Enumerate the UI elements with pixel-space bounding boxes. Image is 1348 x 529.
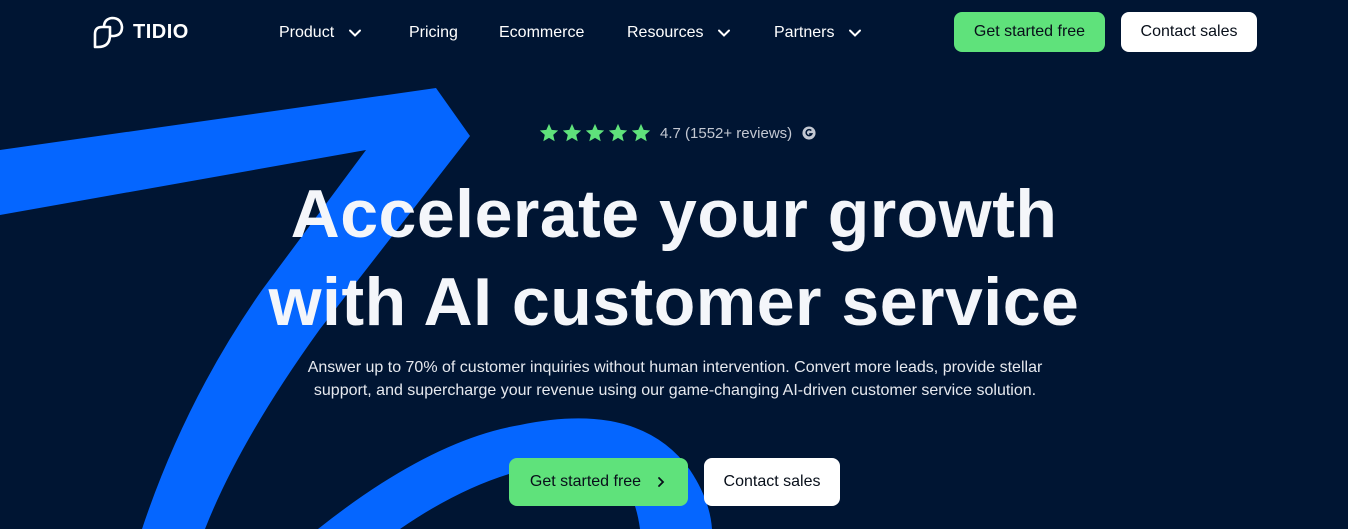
nav-item-label: Product xyxy=(279,24,335,41)
hero-description-line-2: support, and supercharge your revenue us… xyxy=(313,382,1037,399)
star-icon xyxy=(608,123,628,142)
g2-icon xyxy=(802,126,816,140)
hero-headline-line-1: Accelerate your growth xyxy=(290,176,1058,252)
nav-contact-sales-button[interactable]: Contact sales xyxy=(1121,12,1257,52)
chevron-down-icon xyxy=(849,29,862,37)
nav-item-partners[interactable]: Partners xyxy=(774,23,862,43)
logo-text: TIDIO xyxy=(133,20,189,43)
nav-item-product[interactable]: Product xyxy=(279,23,362,43)
top-navigation: TIDIO Product Pricing Ecommerce Resource… xyxy=(0,0,1348,66)
hero-headline: Accelerate your growth with AI customer … xyxy=(0,170,1348,346)
nav-get-started-button[interactable]: Get started free xyxy=(954,12,1105,52)
nav-item-label: Resources xyxy=(627,24,704,41)
hero-section: 4.7 (1552+ reviews) Accelerate your grow… xyxy=(0,0,1348,529)
chevron-down-icon xyxy=(718,29,731,37)
logo[interactable]: TIDIO xyxy=(92,15,189,49)
hero-description: Answer up to 70% of customer inquiries w… xyxy=(280,356,1070,402)
hero-get-started-button[interactable]: Get started free xyxy=(509,458,688,506)
hero-get-started-label: Get started free xyxy=(529,473,642,490)
star-icon xyxy=(539,123,559,142)
nav-item-ecommerce[interactable]: Ecommerce xyxy=(499,23,584,43)
hero-headline-line-2: with AI customer service xyxy=(268,264,1080,340)
rating-text: 4.7 (1552+ reviews) xyxy=(660,124,793,142)
chevron-right-icon xyxy=(658,477,665,487)
nav-item-label: Pricing xyxy=(409,24,458,41)
chevron-down-icon xyxy=(349,29,362,37)
rating-stars xyxy=(538,122,652,144)
nav-item-label: Ecommerce xyxy=(499,24,585,41)
tidio-logo-icon xyxy=(93,16,124,49)
star-icon xyxy=(585,123,605,142)
nav-item-resources[interactable]: Resources xyxy=(627,23,731,43)
nav-item-label: Partners xyxy=(774,24,835,41)
hero-contact-sales-button[interactable]: Contact sales xyxy=(704,458,840,506)
rating-summary: 4.7 (1552+ reviews) xyxy=(538,122,816,144)
hero-description-line-1: Answer up to 70% of customer inquiries w… xyxy=(307,359,1043,376)
star-icon xyxy=(562,123,582,142)
star-icon xyxy=(631,123,651,142)
nav-item-pricing[interactable]: Pricing xyxy=(409,23,458,43)
